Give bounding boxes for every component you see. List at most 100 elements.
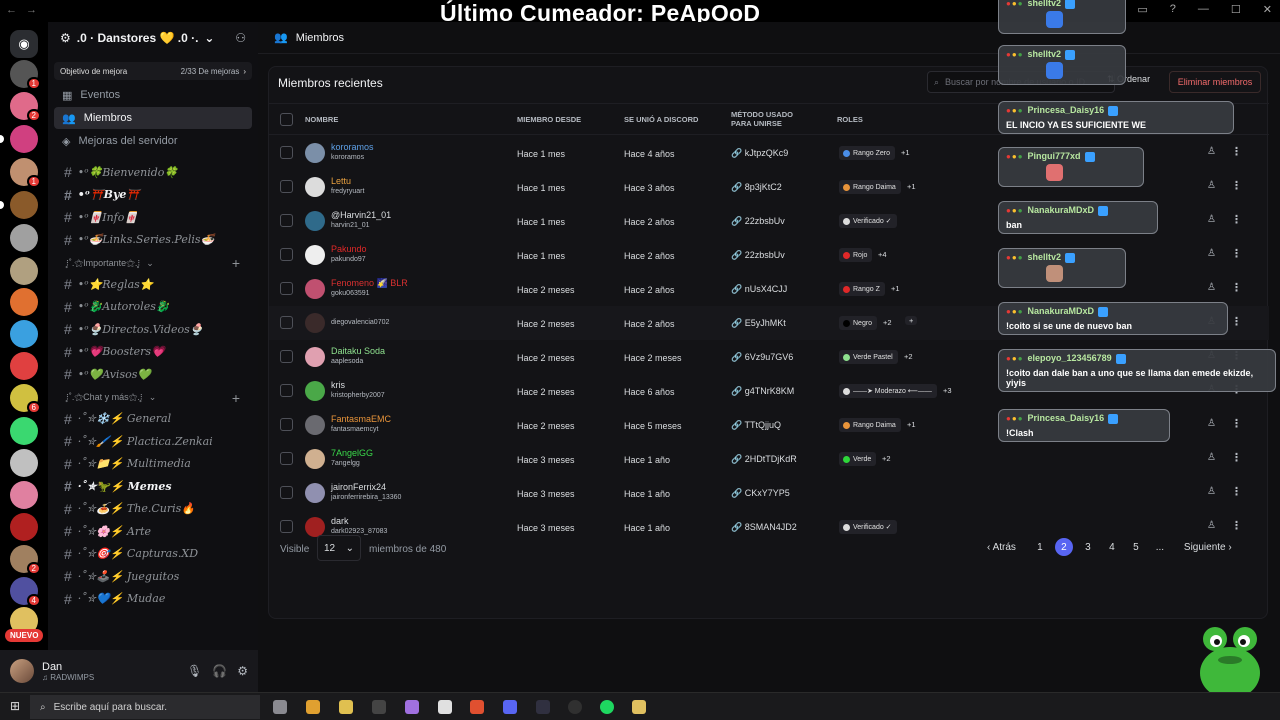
channel-item[interactable]: # ·˚✮❄️⚡ General (54, 408, 252, 431)
server-icon[interactable]: 4 (10, 577, 41, 607)
avatar[interactable] (305, 211, 325, 231)
member-profile-icon[interactable]: ♙ (1207, 452, 1216, 463)
channel-item[interactable]: # •ᵒ💗Boosters💗 (54, 341, 252, 364)
member-profile-icon[interactable]: ♙ (1207, 418, 1216, 429)
app-icon[interactable] (405, 700, 419, 714)
task-view-icon[interactable] (273, 700, 287, 714)
page-number[interactable]: 4 (1100, 542, 1124, 553)
more-roles-count[interactable]: +2 (882, 454, 891, 463)
inbox-icon[interactable]: ▭ (1137, 3, 1147, 16)
page-number[interactable]: 5 (1124, 542, 1148, 553)
col-join-method[interactable]: MÉTODO USADO PARA UNIRSE (731, 110, 801, 128)
more-roles-count[interactable]: +1 (901, 148, 910, 157)
col-name[interactable]: NOMBRE (305, 115, 338, 124)
avatar[interactable] (305, 381, 325, 401)
add-channel-icon[interactable]: + (232, 255, 240, 271)
more-options-icon[interactable]: ⋮ (1231, 417, 1242, 430)
server-icon[interactable]: 1 (10, 158, 41, 188)
row-checkbox[interactable] (280, 248, 293, 261)
delete-members-button[interactable]: Eliminar miembros (1169, 71, 1261, 93)
avatar[interactable] (305, 279, 325, 299)
more-roles-count[interactable]: +2 (904, 352, 913, 361)
add-member-icon[interactable]: ⚇ (235, 31, 246, 45)
row-checkbox[interactable] (280, 316, 293, 329)
avatar[interactable] (305, 347, 325, 367)
taskbar-search-input[interactable]: ⌕ Escribe aquí para buscar. (30, 695, 260, 719)
boost-goal-bar[interactable]: Objetivo de mejora 2/33 De mejoras › (54, 62, 252, 80)
help-icon[interactable]: ? (1170, 3, 1176, 16)
channel-item[interactable]: # ·˚✮🖌️⚡ Plactica.Zenkai (54, 430, 252, 453)
more-options-icon[interactable]: ⋮ (1231, 485, 1242, 498)
category-chat[interactable]: ⁝̥˚.⚝Chat y más⚝.⁝̥ ⌄ + (54, 388, 252, 408)
maximize-icon[interactable]: ☐ (1231, 3, 1241, 16)
more-options-icon[interactable]: ⋮ (1231, 315, 1242, 328)
row-checkbox[interactable] (280, 214, 293, 227)
app-icon[interactable] (536, 700, 550, 714)
avatar[interactable] (305, 177, 325, 197)
server-icon[interactable] (0, 191, 38, 219)
more-roles-count[interactable]: +1 (907, 420, 916, 429)
row-checkbox[interactable] (280, 350, 293, 363)
member-profile-icon[interactable]: ♙ (1207, 180, 1216, 191)
more-roles-count[interactable]: +1 (891, 284, 900, 293)
row-checkbox[interactable] (280, 418, 293, 431)
obs-icon[interactable] (568, 700, 582, 714)
role-tag[interactable]: Rango Daima (839, 180, 901, 194)
row-checkbox[interactable] (280, 146, 293, 159)
role-tag[interactable]: Verde Pastel (839, 350, 898, 364)
forward-arrow-icon[interactable]: → (26, 4, 37, 16)
more-options-icon[interactable]: ⋮ (1231, 247, 1242, 260)
category-important[interactable]: ⁝̥˚.⚝Importante⚝.⁝̥ ⌄ + (54, 253, 252, 273)
server-icon[interactable]: 6 (10, 384, 41, 414)
select-all-checkbox[interactable] (280, 113, 293, 126)
channel-item[interactable]: # ·˚✮🎯⚡ Capturas.XD (54, 543, 252, 566)
nav-members[interactable]: 👥 Miembros (54, 107, 252, 129)
role-tag[interactable]: Verde (839, 452, 877, 466)
more-roles-count[interactable]: +1 (907, 182, 916, 191)
more-options-icon[interactable]: ⋮ (1231, 281, 1242, 294)
member-profile-icon[interactable]: ♙ (1207, 214, 1216, 225)
channel-item[interactable]: # ·˚✮🕹️⚡ Jueguitos (54, 565, 252, 588)
spotify-icon[interactable] (600, 700, 614, 714)
file-explorer-icon[interactable] (339, 700, 353, 714)
avatar[interactable] (305, 415, 325, 435)
server-icon[interactable] (10, 320, 38, 348)
close-icon[interactable]: ✕ (1263, 3, 1272, 16)
role-tag[interactable]: Rango Daima (839, 418, 901, 432)
headphones-icon[interactable]: 🎧 (212, 664, 227, 678)
more-roles-count[interactable]: +2 (883, 318, 892, 327)
role-tag[interactable]: Verificado ✓ (839, 214, 897, 228)
member-profile-icon[interactable]: ♙ (1207, 146, 1216, 157)
server-icon[interactable] (0, 125, 38, 153)
more-options-icon[interactable]: ⋮ (1231, 451, 1242, 464)
server-icon[interactable] (10, 513, 38, 541)
row-checkbox[interactable] (280, 452, 293, 465)
member-profile-icon[interactable]: ♙ (1207, 486, 1216, 497)
table-row[interactable]: 7AngelGG 7angelgg Hace 3 meses Hace 1 año 🔗 … (269, 442, 1269, 476)
channel-item[interactable]: # ·˚✮🌸⚡ Arte (54, 520, 252, 543)
more-options-icon[interactable]: ⋮ (1231, 145, 1242, 158)
avatar[interactable] (10, 659, 34, 683)
back-arrow-icon[interactable]: ← (6, 4, 17, 16)
server-icon[interactable] (10, 224, 38, 252)
add-channel-icon[interactable]: + (232, 390, 240, 406)
server-icon[interactable] (10, 352, 38, 380)
channel-item[interactable]: # •ᵒ💚Avisos💚 (54, 363, 252, 386)
page-number[interactable]: 2 (1054, 538, 1073, 556)
avatar[interactable] (305, 313, 325, 333)
col-member-since[interactable]: MIEMBRO DESDE (517, 115, 581, 124)
channel-item[interactable]: # •ᵒ🀄Info🀄 (54, 206, 252, 229)
brave-browser-icon[interactable] (470, 700, 484, 714)
app-icon[interactable] (632, 700, 646, 714)
nav-events[interactable]: ▦ Eventos (54, 84, 252, 106)
channel-item[interactable]: # •ᵒ🐉Autoroles🐉 (54, 296, 252, 319)
minimize-icon[interactable]: — (1198, 3, 1209, 16)
server-icon[interactable]: 2 (10, 545, 41, 575)
avatar[interactable] (305, 143, 325, 163)
channel-item[interactable]: # ·˚✮📁⚡ Multimedia (54, 453, 252, 476)
channel-item[interactable]: # •ᵒ🍜Links.Series.Pelis🍜 (54, 229, 252, 252)
server-icon[interactable]: 2 (10, 92, 41, 122)
channel-item[interactable]: # ·˚✮💙⚡ Mudae (54, 588, 252, 611)
row-checkbox[interactable] (280, 384, 293, 397)
microphone-icon[interactable]: 🎙 (187, 664, 202, 678)
